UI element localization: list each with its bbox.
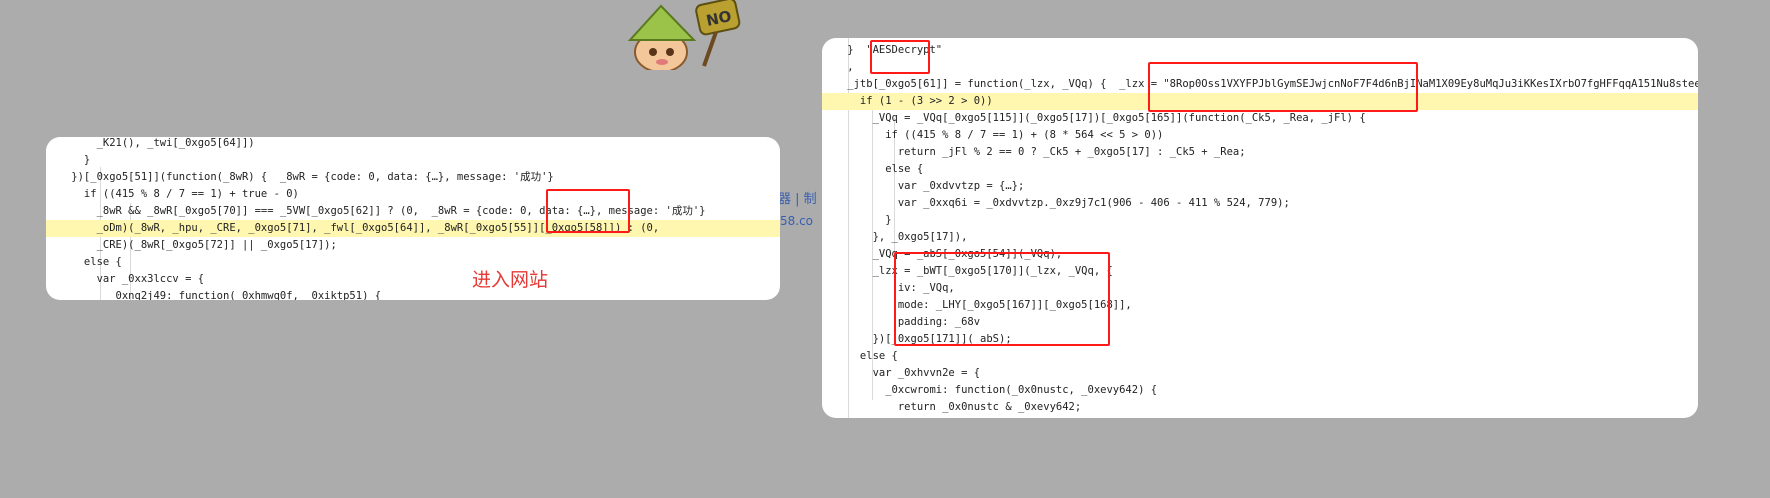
code-line: var _0xx3lccv = {	[46, 273, 205, 285]
code-line: }	[822, 416, 1698, 418]
code-line: return _0x0nustc & _0xevy642;	[822, 401, 1082, 413]
code-line: _8wR && _8wR[_0xgo5[70]] === _5VW[_0xgo5…	[46, 205, 706, 217]
code-line: }	[822, 214, 892, 226]
code-line: else {	[46, 256, 122, 268]
right-code-panel: } "AESDecrypt" , _jtb[_0xgo5[61]] = func…	[822, 38, 1698, 418]
code-line: _K21(), _twi[_0xgo5[64]])	[46, 137, 255, 149]
code-line: var _0xdvvtzp = {…};	[822, 180, 1025, 192]
code-line: } "AESDecrypt"	[822, 44, 943, 56]
code-line: var _0xhvvn2e = {	[822, 367, 981, 379]
code-line: _0xnq2j49: function(_0xhmwq0f, _0xiktp51…	[46, 290, 382, 300]
code-line-current: _oDm)(_8wR, _hpu, _CRE, _0xgo5[71], _fwl…	[46, 220, 780, 237]
code-line: else {	[822, 163, 924, 175]
mascot-illustration: NO	[627, 0, 741, 70]
code-line: else {	[822, 350, 898, 362]
annotation-enter-site: 进入网站	[472, 269, 549, 291]
highlight-box-decrypt-call	[894, 252, 1110, 346]
left-code-panel: _K21(), _twi[_0xgo5[64]]) } })[_0xgo5[51…	[46, 137, 780, 300]
highlight-box-data	[546, 189, 630, 233]
code-line: _0xcwromi: function(_0x0nustc, _0xevy642…	[822, 384, 1158, 396]
code-line: }, _0xgo5[17]),	[822, 231, 968, 243]
background-nav-text: 器 | 制	[778, 192, 817, 207]
highlight-box-lzx-value	[1148, 62, 1418, 112]
background-link-text: 58.co	[780, 214, 814, 228]
code-line: if ((415 % 8 / 7 == 1) + (8 * 564 << 5 >…	[822, 129, 1164, 141]
code-line: return _jFl % 2 == 0 ? _Ck5 + _0xgo5[17]…	[822, 146, 1246, 158]
code-line: _CRE)(_8wR[_0xgo5[72]] || _0xgo5[17]);	[46, 239, 337, 251]
code-line: })[_0xgo5[51]](function(_8wR) { _8wR = {…	[46, 171, 554, 183]
code-line: _VQq = _VQq[_0xgo5[115]](_0xgo5[17])[_0x…	[822, 112, 1366, 124]
code-line: if ((415 % 8 / 7 == 1) + true - 0)	[46, 188, 299, 200]
highlight-box-aesdecrypt	[870, 40, 930, 74]
code-line: var _0xxq6i = _0xdvvtzp._0xz9j7c1(906 - …	[822, 197, 1290, 209]
code-line: }	[46, 154, 91, 166]
